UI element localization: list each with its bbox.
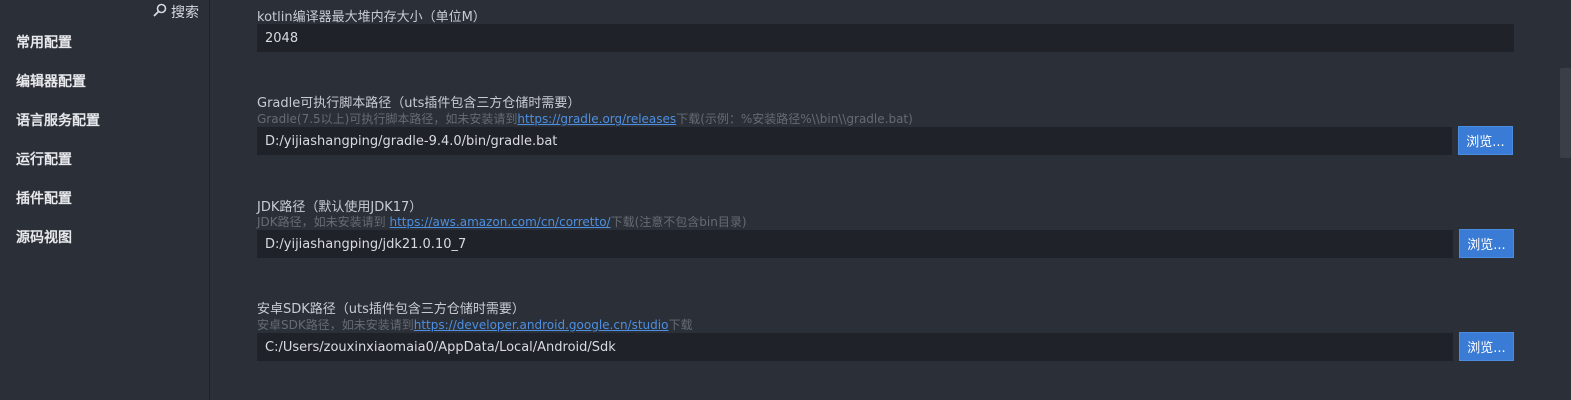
android-sdk-label: 安卓SDK路径（uts插件包含三方仓储时需要） — [257, 302, 525, 317]
android-sdk-hint-suffix: 下载 — [668, 318, 693, 332]
settings-panel: kotlin编译器最大堆内存大小（单位M） Gradle可执行脚本路径（uts插… — [211, 0, 1571, 400]
android-sdk-hint: 安卓SDK路径，如未安装请到https://developer.android.… — [257, 316, 692, 333]
android-sdk-hint-text: 安卓SDK路径，如未安装请到 — [257, 318, 414, 332]
gradle-hint-suffix: 下载(示例：%安装路径%\\bin\\gradle.bat) — [676, 112, 913, 126]
sidebar-item-common[interactable]: 常用配置 — [16, 32, 72, 52]
gradle-browse-button[interactable]: 浏览... — [1458, 126, 1513, 155]
android-sdk-input[interactable] — [257, 333, 1453, 361]
kotlin-heap-input[interactable] — [257, 24, 1514, 52]
sidebar: 搜索 常用配置 编辑器配置 语言服务配置 运行配置 插件配置 源码视图 — [0, 0, 210, 400]
sidebar-item-source-view[interactable]: 源码视图 — [16, 227, 72, 247]
android-sdk-download-link[interactable]: https://developer.android.google.cn/stud… — [414, 318, 669, 332]
jdk-browse-button[interactable]: 浏览... — [1459, 229, 1514, 258]
gradle-path-input[interactable] — [257, 127, 1452, 155]
jdk-hint-suffix: 下载(注意不包含bin目录) — [610, 215, 747, 229]
gradle-download-link[interactable]: https://gradle.org/releases — [517, 112, 676, 126]
search-label: 搜索 — [171, 5, 199, 21]
kotlin-heap-label: kotlin编译器最大堆内存大小（单位M） — [257, 10, 486, 25]
sidebar-item-plugins[interactable]: 插件配置 — [16, 188, 72, 208]
gradle-path-label: Gradle可执行脚本路径（uts插件包含三方仓储时需要） — [257, 96, 581, 111]
vertical-scrollbar[interactable] — [1560, 68, 1571, 158]
jdk-hint-text: JDK路径，如未安装请到 — [257, 215, 390, 229]
jdk-path-input[interactable] — [257, 230, 1453, 258]
android-sdk-browse-button[interactable]: 浏览... — [1459, 332, 1514, 361]
sidebar-item-language-service[interactable]: 语言服务配置 — [16, 110, 100, 130]
sidebar-item-editor[interactable]: 编辑器配置 — [16, 71, 86, 91]
search-icon — [152, 2, 168, 22]
gradle-hint-text: Gradle(7.5以上)可执行脚本路径，如未安装请到 — [257, 112, 518, 126]
jdk-download-link[interactable]: https://aws.amazon.com/cn/corretto/ — [389, 215, 610, 229]
sidebar-item-run[interactable]: 运行配置 — [16, 149, 72, 169]
jdk-path-hint: JDK路径，如未安装请到 https://aws.amazon.com/cn/c… — [257, 213, 747, 230]
gradle-path-hint: Gradle(7.5以上)可执行脚本路径，如未安装请到https://gradl… — [257, 110, 913, 127]
search-button[interactable]: 搜索 — [152, 2, 199, 22]
